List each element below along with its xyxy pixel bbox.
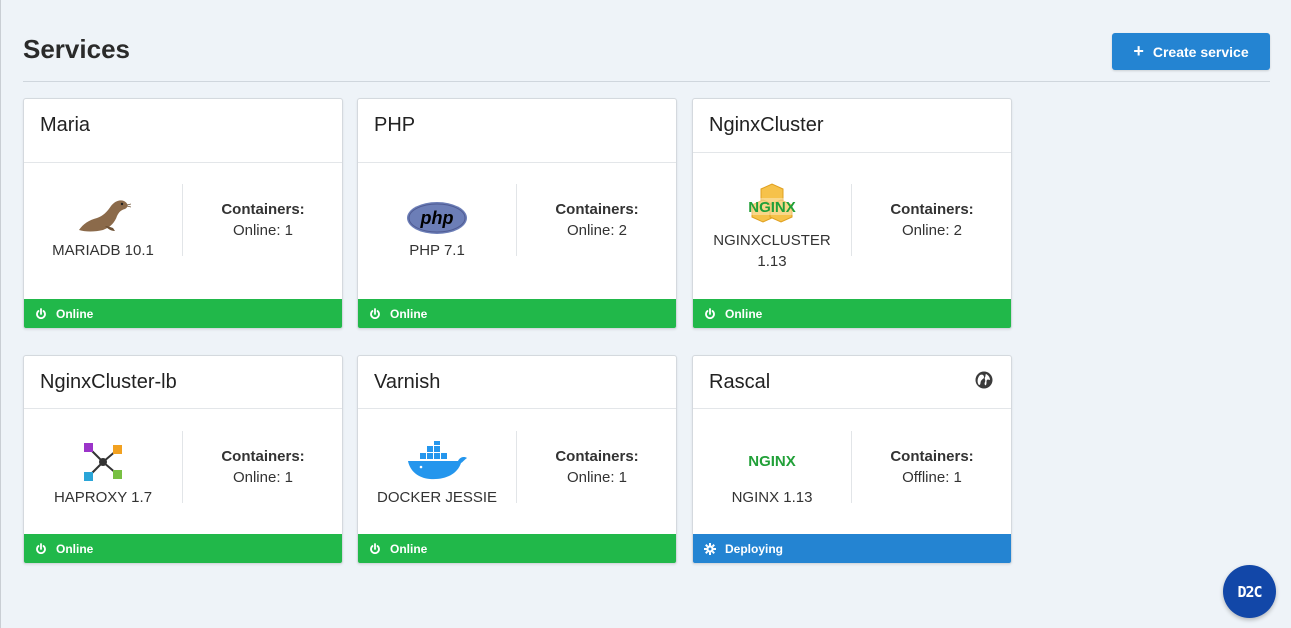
containers-value: Offline: 1 (902, 469, 962, 486)
containers-value: Online: 1 (566, 469, 628, 486)
service-card-rascal[interactable]: Rascal NGINX NGINX 1.13 Containers: Offl… (692, 355, 1012, 564)
containers-value: Online: 2 (901, 222, 963, 239)
service-card-nginxcluster-lb[interactable]: NginxCluster-lb HAPROXY 1.7 Containers: … (23, 355, 343, 564)
card-title: Rascal (709, 371, 771, 393)
card-title: NginxCluster-lb (40, 371, 177, 393)
containers-label: Containers: (555, 448, 639, 465)
status-label: Deploying (725, 541, 784, 556)
card-header: PHP (358, 99, 676, 163)
globe-icon[interactable] (975, 371, 993, 389)
logo-label: NGINX 1.13 (731, 489, 813, 506)
nginx-logo-icon: NGINX (693, 451, 851, 471)
php-logo-icon: php (358, 201, 516, 235)
create-service-button[interactable]: + Create service (1112, 33, 1270, 70)
card-title: PHP (374, 114, 416, 136)
containers-value: Online: 1 (232, 469, 294, 486)
card-title: Maria (40, 114, 91, 136)
logo-label: PHP 7.1 (409, 242, 465, 259)
card-header: Rascal (693, 356, 1011, 409)
create-service-label: Create service (1152, 43, 1249, 60)
containers-label: Containers: (555, 201, 639, 218)
svg-text:NGINX: NGINX (748, 453, 796, 470)
status-bar: Deploying (693, 534, 1011, 563)
page-header: Services + Create service (23, 28, 1270, 82)
haproxy-logo-icon (24, 440, 182, 484)
status-bar: Online (358, 534, 676, 563)
power-icon (35, 307, 47, 320)
svg-text:NGINX: NGINX (748, 199, 796, 216)
docker-whale-icon (358, 441, 516, 481)
logo-label: NGINXCLUSTER 1.13 (713, 232, 831, 270)
plus-icon: + (1133, 40, 1144, 61)
status-label: Online (725, 306, 763, 321)
status-bar: Online (24, 299, 342, 328)
power-icon (35, 542, 47, 555)
card-header: NginxCluster (693, 99, 1011, 153)
card-header: NginxCluster-lb (24, 356, 342, 409)
containers-value: Online: 1 (232, 222, 294, 239)
logo-label: DOCKER JESSIE (376, 489, 498, 506)
page-title: Services (23, 34, 130, 64)
service-card-nginxcluster[interactable]: NginxCluster NGINX NGINXCLUSTER 1.13 Con… (692, 98, 1012, 329)
card-header: Varnish (358, 356, 676, 409)
power-icon (704, 307, 716, 320)
status-bar: Online (358, 299, 676, 328)
status-label: Online (56, 306, 94, 321)
service-card-varnish[interactable]: Varnish DOCKER JESSIE Containers: Online… (357, 355, 677, 564)
nginx-cluster-logo-icon: NGINX (693, 183, 851, 229)
power-icon (369, 542, 381, 555)
mariadb-seal-icon (24, 196, 182, 234)
logo-label: MARIADB 10.1 (52, 242, 154, 259)
card-header: Maria (24, 99, 342, 163)
containers-value: Online: 2 (566, 222, 628, 239)
power-icon (369, 307, 381, 320)
card-title: NginxCluster (709, 114, 824, 136)
status-label: Online (56, 541, 94, 556)
logo-label: HAPROXY 1.7 (53, 489, 153, 506)
containers-label: Containers: (221, 201, 305, 218)
status-bar: Online (24, 534, 342, 563)
containers-label: Containers: (890, 201, 974, 218)
status-bar: Online (693, 299, 1011, 328)
svg-text:php: php (420, 208, 454, 228)
containers-label: Containers: (221, 448, 305, 465)
d2c-help-button[interactable]: D2C (1223, 565, 1276, 618)
gear-icon (704, 542, 716, 555)
containers-label: Containers: (890, 448, 974, 465)
status-label: Online (390, 306, 428, 321)
service-card-php[interactable]: PHP php PHP 7.1 Containers: Online: 2 On… (357, 98, 677, 329)
status-label: Online (390, 541, 428, 556)
card-title: Varnish (374, 371, 441, 393)
service-card-maria[interactable]: Maria MARIADB 10.1 Containers: Online: 1… (23, 98, 343, 329)
